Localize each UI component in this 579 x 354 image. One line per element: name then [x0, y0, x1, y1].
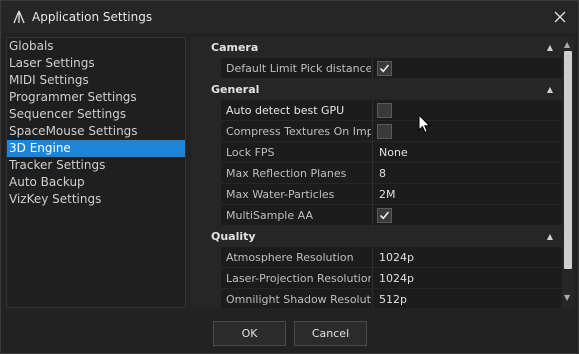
property-label: MultiSample AA: [226, 209, 313, 222]
property-label: Max Water-Particles: [226, 188, 335, 201]
property-row: Lock FPS None: [200, 142, 562, 163]
section-header-general[interactable]: General ▲: [200, 79, 562, 100]
property-row: Max Water-Particles 2M: [200, 184, 562, 205]
max-reflection-planes-value[interactable]: 8: [379, 163, 386, 184]
section-header-quality[interactable]: Quality ▲: [200, 226, 562, 247]
property-row: Omnilight Shadow Resolut... 512p: [200, 289, 562, 308]
sidebar-item-3d-engine[interactable]: 3D Engine: [7, 140, 185, 157]
property-label: Atmosphere Resolution: [226, 251, 354, 264]
sidebar-item-laser-settings[interactable]: Laser Settings: [7, 55, 185, 72]
close-icon[interactable]: [550, 7, 570, 27]
property-row: Atmosphere Resolution 1024p: [200, 247, 562, 268]
checkmark-icon: [379, 64, 390, 73]
sidebar-item-tracker-settings[interactable]: Tracker Settings: [7, 157, 185, 174]
panel-splitter[interactable]: [191, 37, 200, 308]
chevron-up-icon[interactable]: ▲: [547, 79, 553, 100]
title-bar[interactable]: Application Settings: [1, 1, 578, 33]
sidebar-item-spacemouse-settings[interactable]: SpaceMouse Settings: [7, 123, 185, 140]
property-grid: Camera ▲ Default Limit Pick distance Gen…: [200, 37, 562, 308]
chevron-up-icon[interactable]: ▲: [547, 37, 553, 58]
sidebar-item-programmer-settings[interactable]: Programmer Settings: [7, 89, 185, 106]
property-row: Laser-Projection Resolution 1024p: [200, 268, 562, 289]
multisample-aa-checkbox[interactable]: [377, 208, 392, 223]
property-label: Lock FPS: [226, 146, 275, 159]
laser-projection-resolution-value[interactable]: 1024p: [379, 268, 414, 289]
section-title: Camera: [211, 41, 259, 54]
property-row: Default Limit Pick distance: [200, 58, 562, 79]
atmosphere-resolution-value[interactable]: 1024p: [379, 247, 414, 268]
settings-window: Application Settings Globals Laser Setti…: [0, 0, 579, 354]
checkmark-icon: [379, 211, 390, 220]
omnilight-shadow-resolution-value[interactable]: 512p: [379, 289, 407, 308]
max-water-particles-value[interactable]: 2M: [379, 184, 396, 205]
window-title: Application Settings: [32, 10, 153, 24]
app-logo-icon: [13, 10, 25, 24]
property-row: Auto detect best GPU: [200, 100, 562, 121]
chevron-up-icon[interactable]: ▲: [547, 226, 553, 247]
sidebar-item-auto-backup[interactable]: Auto Backup: [7, 174, 185, 191]
property-row: Max Reflection Planes 8: [200, 163, 562, 184]
sidebar-item-sequencer-settings[interactable]: Sequencer Settings: [7, 106, 185, 123]
vertical-scrollbar[interactable]: ▲ ▼: [562, 37, 574, 308]
scroll-up-icon[interactable]: ▲: [564, 40, 570, 49]
property-label: Compress Textures On Imp...: [226, 125, 371, 138]
mouse-pointer-icon: [418, 114, 431, 134]
auto-detect-gpu-checkbox[interactable]: [377, 103, 392, 118]
sidebar-item-globals[interactable]: Globals: [7, 38, 185, 55]
property-label: Max Reflection Planes: [226, 167, 347, 180]
settings-category-list: Globals Laser Settings MIDI Settings Pro…: [6, 37, 186, 308]
section-header-camera[interactable]: Camera ▲: [200, 37, 562, 58]
section-title: General: [211, 83, 260, 96]
dialog-footer: OK Cancel: [1, 312, 578, 353]
ok-button[interactable]: OK: [213, 321, 286, 346]
sidebar-item-midi-settings[interactable]: MIDI Settings: [7, 72, 185, 89]
property-row: MultiSample AA: [200, 205, 562, 226]
property-label: Laser-Projection Resolution: [226, 272, 371, 285]
property-row: Compress Textures On Imp...: [200, 121, 562, 142]
sidebar-item-vizkey-settings[interactable]: VizKey Settings: [7, 191, 185, 208]
lock-fps-value[interactable]: None: [379, 142, 408, 163]
section-title: Quality: [211, 230, 256, 243]
cancel-button[interactable]: Cancel: [294, 321, 367, 346]
default-limit-pick-distance-checkbox[interactable]: [377, 61, 392, 76]
compress-textures-checkbox[interactable]: [377, 124, 392, 139]
property-label: Omnilight Shadow Resolut...: [226, 293, 371, 306]
scroll-down-icon[interactable]: ▼: [564, 293, 570, 302]
scrollbar-thumb[interactable]: [564, 51, 572, 269]
property-label: Default Limit Pick distance: [226, 62, 371, 75]
property-label: Auto detect best GPU: [226, 104, 345, 117]
